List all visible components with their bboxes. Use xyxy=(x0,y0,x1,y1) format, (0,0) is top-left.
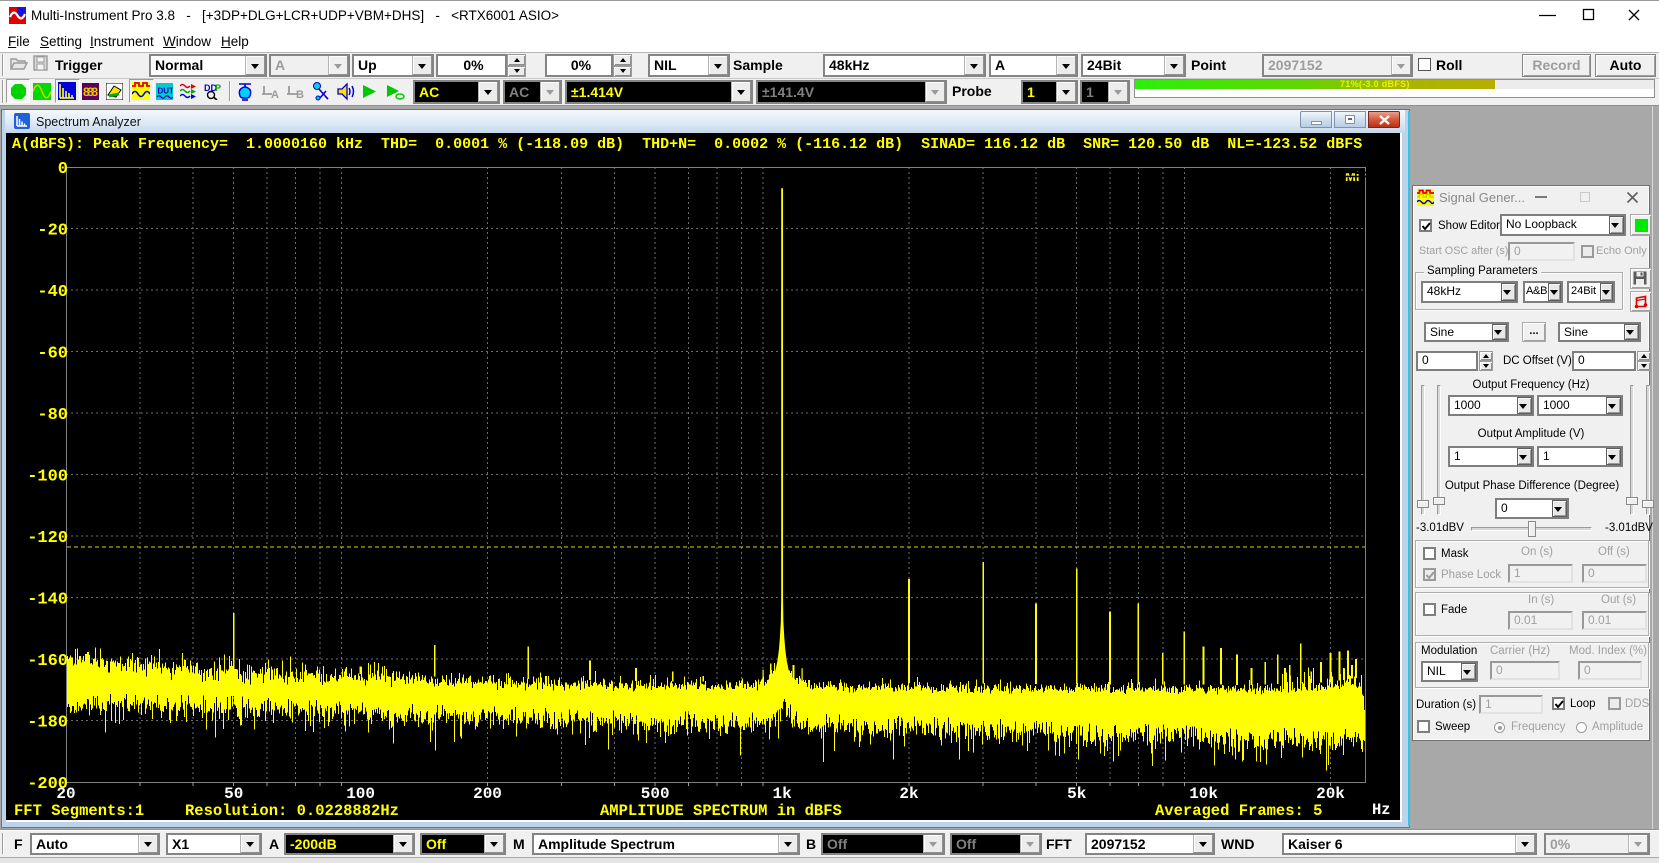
svg-text:-100: -100 xyxy=(27,468,68,487)
svg-text:DUT: DUT xyxy=(158,87,174,96)
svg-text:-140: -140 xyxy=(27,591,68,610)
svg-text:20: 20 xyxy=(56,785,75,803)
svg-text:50: 50 xyxy=(224,785,243,803)
svg-text:FFT Segments:1: FFT Segments:1 xyxy=(14,802,144,820)
svg-text:5k: 5k xyxy=(1067,785,1087,803)
svg-text:-80: -80 xyxy=(37,406,68,425)
svg-text:20k: 20k xyxy=(1316,785,1345,803)
svg-text:AMPLITUDE SPECTRUM in dBFS: AMPLITUDE SPECTRUM in dBFS xyxy=(600,802,842,820)
svg-text:100: 100 xyxy=(346,785,375,803)
svg-text:-60: -60 xyxy=(37,345,68,364)
svg-text:Resolution: 0.0228882Hz: Resolution: 0.0228882Hz xyxy=(185,802,399,820)
svg-text:-180: -180 xyxy=(27,714,68,733)
svg-text:Averaged Frames: 5: Averaged Frames: 5 xyxy=(1155,802,1322,820)
svg-text:A: A xyxy=(271,89,279,100)
svg-text:-40: -40 xyxy=(37,283,68,302)
svg-text:200: 200 xyxy=(473,785,502,803)
svg-text:Hz: Hz xyxy=(1372,801,1391,819)
svg-text:0: 0 xyxy=(58,160,68,179)
svg-text:P: P xyxy=(215,83,221,93)
svg-text:-20: -20 xyxy=(37,222,68,241)
svg-text:1k: 1k xyxy=(772,785,792,803)
svg-text:B: B xyxy=(296,89,304,100)
svg-text:500: 500 xyxy=(641,785,670,803)
svg-text:2k: 2k xyxy=(899,785,919,803)
svg-text:-120: -120 xyxy=(27,529,68,548)
svg-text:888: 888 xyxy=(83,85,98,99)
svg-text:10k: 10k xyxy=(1189,785,1218,803)
svg-text:-160: -160 xyxy=(27,652,68,671)
